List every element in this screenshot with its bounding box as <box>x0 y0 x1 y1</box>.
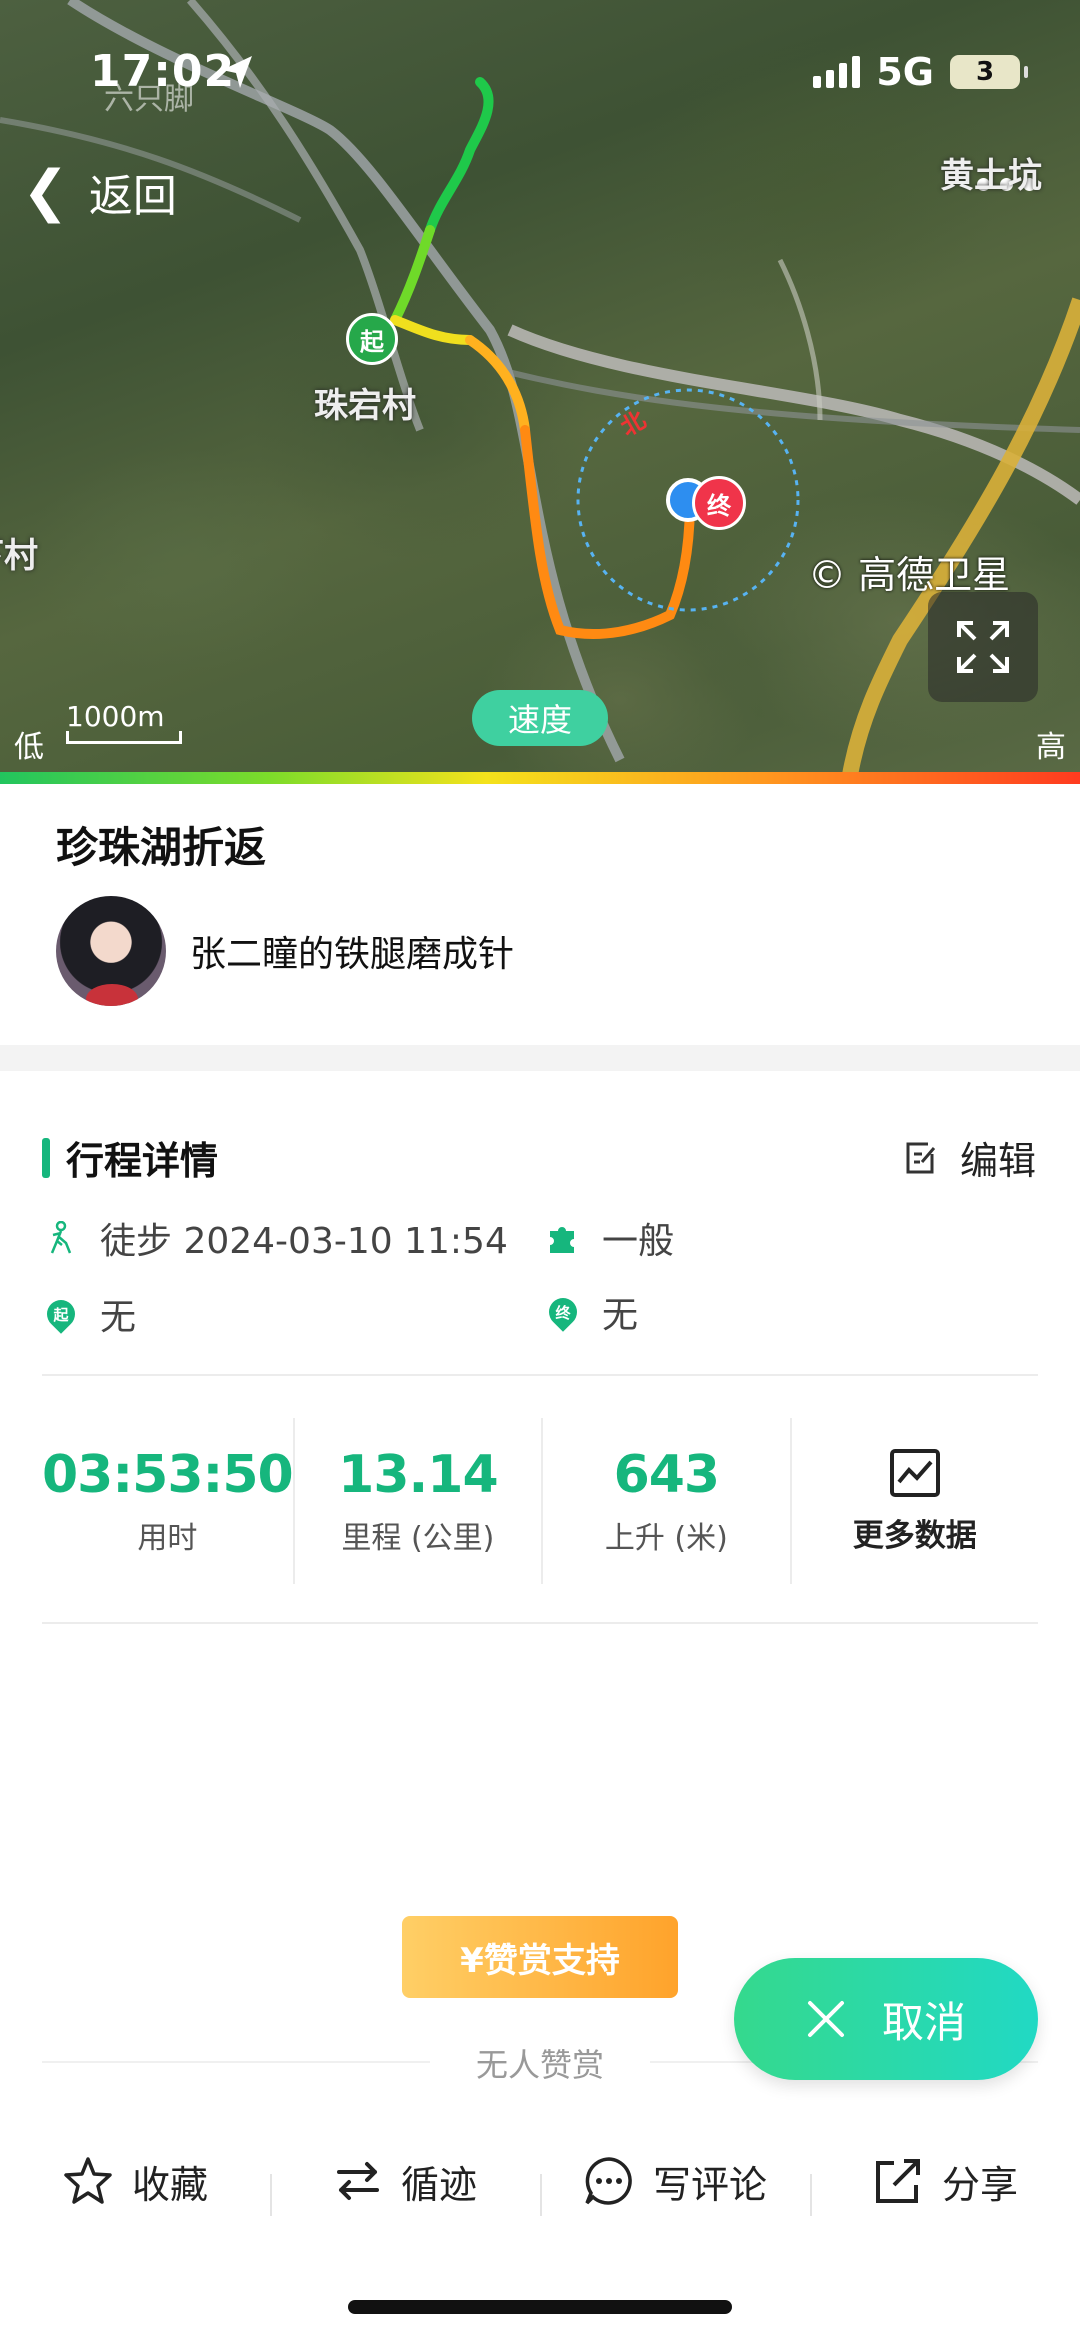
reward-button[interactable]: ¥赞赏支持 <box>402 1916 678 1998</box>
end-pin-icon: 终 <box>543 1292 583 1332</box>
edit-label: 编辑 <box>959 1139 1036 1183</box>
bottom-action-bar: 收藏 循迹 写评论 分享 <box>0 2140 1080 2222</box>
cancel-button[interactable]: 取消 <box>734 1958 1038 2080</box>
chart-icon <box>889 1448 940 1497</box>
comment-label: 写评论 <box>652 2162 767 2207</box>
avatar[interactable] <box>56 896 166 1006</box>
activity-row: 徒步 2024-03-10 11:54 <box>44 1212 508 1264</box>
map-place-label: 珠宕村 <box>314 386 416 426</box>
stat-distance: 13.14 里程 (公里) <box>295 1418 544 1584</box>
no-reward-text: 无人赞赏 <box>430 2040 650 2086</box>
more-data-button[interactable]: 更多数据 <box>792 1418 1038 1584</box>
section-title: 行程详情 <box>66 1139 219 1183</box>
end-place-row: 终 无 <box>543 1286 639 1338</box>
status-icons: 5G 3 <box>813 50 1028 94</box>
map-scale: 1000m <box>66 700 182 744</box>
home-indicator <box>348 2300 732 2314</box>
stat-value: 03:53:50 <box>42 1445 294 1505</box>
difficulty-row: 一般 <box>546 1212 674 1264</box>
edit-icon <box>906 1142 936 1173</box>
route-title: 珍珠湖折返 <box>56 823 267 872</box>
section-header: 行程详情 <box>42 1130 218 1185</box>
more-data-label: 更多数据 <box>852 1517 977 1554</box>
close-icon <box>807 2001 844 2037</box>
stat-value: 13.14 <box>338 1445 498 1505</box>
legend-high: 高 <box>1036 730 1066 765</box>
network-type: 5G <box>876 50 934 94</box>
stat-ascent: 643 上升 (米) <box>543 1418 792 1584</box>
battery-icon: 3 <box>950 55 1028 89</box>
edit-button[interactable]: 编辑 <box>902 1130 1036 1185</box>
divider <box>42 1622 1038 1624</box>
scale-label: 1000m <box>66 700 165 733</box>
comment-button[interactable]: 写评论 <box>540 2154 810 2216</box>
battery-level: 3 <box>975 57 995 87</box>
follow-track-label: 循迹 <box>400 2162 477 2207</box>
divider <box>42 1374 1038 1376</box>
stat-label: 上升 (米) <box>604 1521 728 1556</box>
stat-duration: 03:53:50 用时 <box>42 1418 295 1584</box>
author-row[interactable]: 张二瞳的铁腿磨成针 <box>56 896 514 1006</box>
difficulty-text: 一般 <box>602 1221 675 1262</box>
back-chevron-icon: ❮ <box>22 159 69 224</box>
map-watermark: 六只脚 <box>104 82 194 117</box>
favorite-label: 收藏 <box>131 2162 208 2207</box>
stat-label: 里程 (公里) <box>341 1521 495 1556</box>
signal-icon <box>813 56 861 88</box>
end-pin-text: 终 <box>555 1303 571 1322</box>
start-pin-text: 起 <box>53 1305 69 1324</box>
fullscreen-button[interactable] <box>928 592 1038 702</box>
stat-value: 643 <box>613 1445 721 1505</box>
puzzle-icon <box>546 1221 580 1255</box>
share-button[interactable]: 分享 <box>810 2154 1080 2216</box>
fullscreen-icon <box>957 621 1009 673</box>
map-place-label: 黄土坑 <box>940 156 1042 196</box>
location-arrow-icon <box>222 56 252 88</box>
back-label: 返回 <box>88 171 177 222</box>
map-attribution: © 高德卫星 <box>808 553 1011 597</box>
loop-arrows-icon <box>336 2162 379 2200</box>
legend-low: 低 <box>14 730 44 765</box>
route-map[interactable]: 17:02 六只脚 5G 3 ❮ 返回 珠宕村 黄土坑 下村 起 终 北 © 高… <box>0 0 1080 775</box>
share-label: 分享 <box>941 2162 1018 2207</box>
hiking-icon <box>44 1221 78 1255</box>
start-marker[interactable]: 起 <box>346 313 398 365</box>
stat-label: 用时 <box>137 1521 198 1556</box>
section-accent <box>42 1137 50 1178</box>
cancel-label: 取消 <box>881 1997 966 2047</box>
start-pin-icon: 起 <box>41 1294 81 1334</box>
back-button[interactable]: ❮ 返回 <box>22 160 177 224</box>
comment-icon <box>585 2157 632 2205</box>
map-place-label: 下村 <box>0 536 38 576</box>
speed-mode-toggle[interactable]: 速度 <box>472 690 608 746</box>
end-marker[interactable]: 终 <box>692 476 746 530</box>
start-place-row: 起 无 <box>41 1288 137 1340</box>
speed-legend-bar <box>0 772 1080 784</box>
author-name[interactable]: 张二瞳的铁腿磨成针 <box>190 925 514 977</box>
share-icon <box>875 2159 920 2203</box>
follow-track-button[interactable]: 循迹 <box>270 2154 540 2216</box>
stats-row: 03:53:50 用时 13.14 里程 (公里) 643 上升 (米) 更多数… <box>42 1418 1038 1584</box>
favorite-button[interactable]: 收藏 <box>0 2154 270 2209</box>
star-icon <box>64 2157 112 2204</box>
start-place-text: 无 <box>100 1297 137 1338</box>
section-separator <box>0 1045 1080 1071</box>
activity-text: 徒步 2024-03-10 11:54 <box>100 1221 508 1262</box>
end-place-text: 无 <box>602 1295 639 1336</box>
